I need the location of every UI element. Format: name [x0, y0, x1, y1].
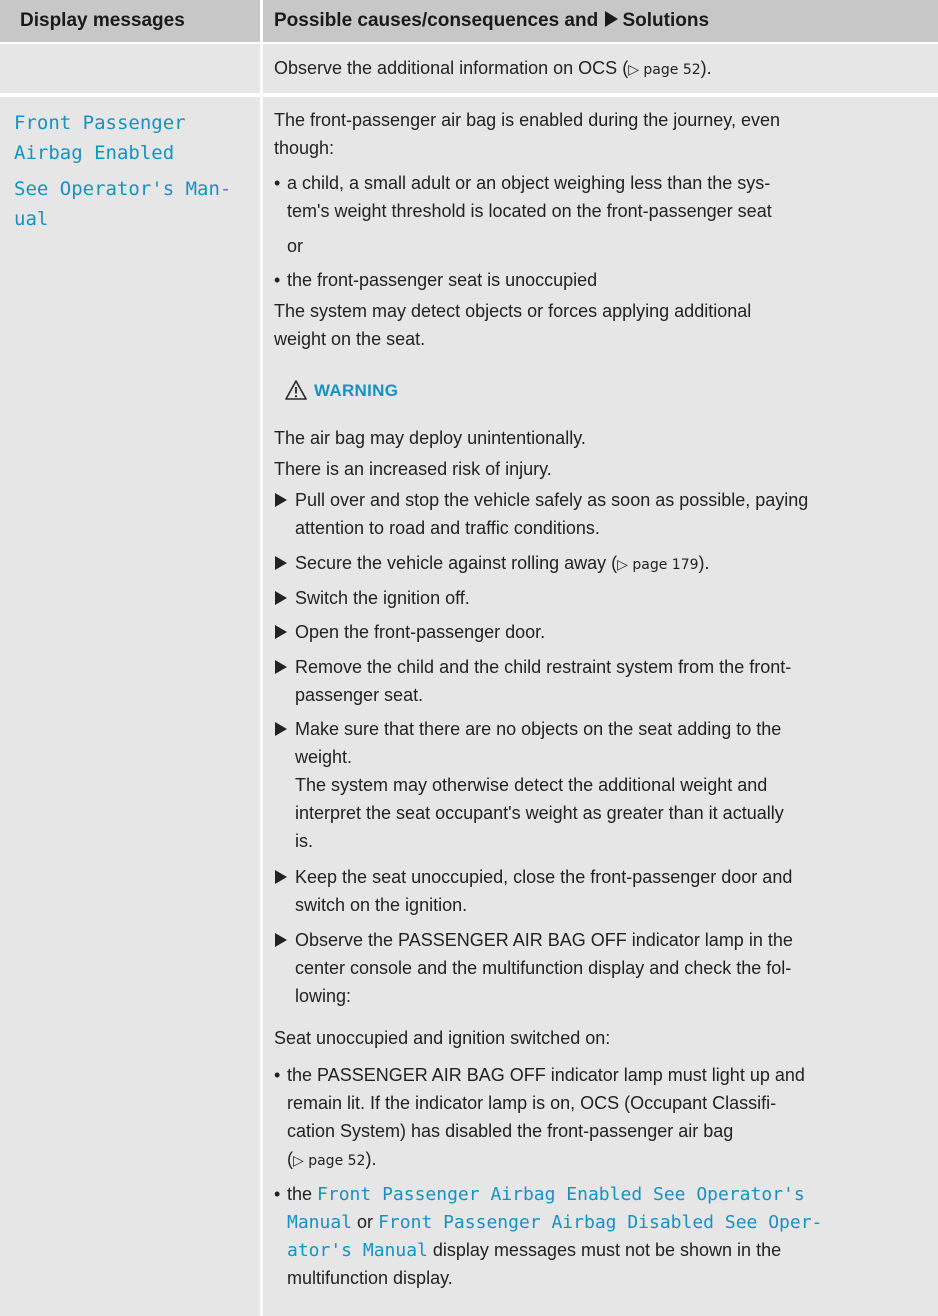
ocs-info-text: Observe the additional information on OC… [274, 58, 712, 78]
header-col2-label: Possible causes/consequences and Solutio… [274, 10, 710, 31]
check-text: remain lit. If the indicator lamp is on,… [287, 1093, 777, 1113]
manual-page: Display messages Possible causes/consequ… [0, 0, 938, 1316]
seat-unoccupied-text: Seat unoccupied and ignition switched on… [274, 1028, 611, 1048]
step-text: switch on the ignition. [295, 895, 468, 915]
check-text: the Front Passenger Airbag Enabled See O… [287, 1184, 805, 1205]
display-message-ref: Manual [287, 1212, 353, 1233]
step-arrow-icon [275, 660, 287, 674]
detect-text: The system may detect objects or forces … [274, 301, 752, 321]
step-note-text: The system may otherwise detect the addi… [295, 775, 768, 795]
check-text: cation System) has disabled the front-pa… [287, 1121, 734, 1141]
page-reference[interactable]: ▷ page 52 [293, 1153, 365, 1169]
step-text: Secure the vehicle against rolling away … [295, 553, 710, 573]
step-text: Observe the PASSENGER AIR BAG OFF indica… [295, 930, 793, 950]
step-arrow-icon [275, 591, 287, 605]
check-text: the PASSENGER AIR BAG OFF indicator lamp… [287, 1065, 805, 1085]
page-reference[interactable]: ▷ page 179 [617, 557, 698, 573]
step-text: attention to road and traffic conditions… [295, 518, 600, 538]
row2-message-cell [0, 97, 260, 1316]
check-text: (▷ page 52). [287, 1149, 377, 1169]
bullet-text: tem's weight threshold is located on the… [287, 201, 772, 221]
warning-text: The air bag may deploy unintentionally. [274, 428, 586, 448]
page-reference[interactable]: ▷ page 52 [628, 62, 700, 78]
step-note-text: interpret the seat occupant's weight as … [295, 803, 784, 823]
warning-triangle-icon [285, 380, 307, 400]
step-text: passenger seat. [295, 685, 424, 705]
arrow-right-icon [605, 11, 619, 27]
display-message-line: Airbag Enabled [14, 142, 175, 164]
step-text: weight. [295, 747, 353, 767]
check-text: multifunction display. [287, 1268, 453, 1288]
step-arrow-icon [275, 722, 287, 736]
step-text: Switch the ignition off. [295, 588, 470, 608]
display-message-ref: ator's Manual [287, 1240, 428, 1261]
step-arrow-icon [275, 933, 287, 947]
intro-text: The front-passenger air bag is enabled d… [274, 110, 780, 130]
bullet-dot: • [274, 1184, 281, 1204]
warning-heading: WARNING [284, 379, 398, 401]
bullet-text: a child, a small adult or an object weig… [287, 173, 771, 193]
step-note-text: is. [295, 831, 313, 851]
display-message-ref: Front Passenger Airbag Disabled See Oper… [378, 1212, 823, 1233]
display-message-ref: Front Passenger Airbag Enabled See Opera… [317, 1184, 805, 1205]
step-text: lowing: [295, 986, 352, 1006]
step-arrow-icon [275, 556, 287, 570]
bullet-dot: • [274, 270, 281, 290]
or-text: or [287, 236, 304, 256]
bullet-text: the front-passenger seat is unoccupied [287, 270, 598, 290]
check-text: Manual or Front Passenger Airbag Disable… [287, 1212, 823, 1233]
step-text: Pull over and stop the vehicle safely as… [295, 490, 809, 510]
step-arrow-icon [275, 625, 287, 639]
row1-message-cell [0, 44, 260, 93]
display-message-line: Front Passenger [14, 112, 186, 134]
header-col1-label: Display messages [20, 10, 185, 31]
bullet-dot: • [274, 173, 281, 193]
detect-text: weight on the seat. [274, 329, 426, 349]
check-text: ator's Manual display messages must not … [287, 1240, 782, 1261]
step-arrow-icon [275, 493, 287, 507]
step-text: Remove the child and the child restraint… [295, 657, 792, 677]
warning-text: There is an increased risk of injury. [274, 459, 552, 479]
step-text: center console and the multifunction dis… [295, 958, 792, 978]
step-text: Make sure that there are no objects on t… [295, 719, 782, 739]
intro-text: though: [274, 138, 335, 158]
display-message-line: See Operator's Man- [14, 178, 232, 200]
header-causes-solutions: Possible causes/consequences and Solutio… [263, 0, 938, 42]
display-message-line: ual [14, 208, 49, 230]
header-display-messages: Display messages [0, 0, 260, 42]
bullet-dot: • [274, 1065, 281, 1085]
warning-label: WARNING [314, 381, 399, 400]
step-text: Keep the seat unoccupied, close the fron… [295, 867, 793, 887]
step-text: Open the front-passenger door. [295, 622, 546, 642]
step-arrow-icon [275, 870, 287, 884]
